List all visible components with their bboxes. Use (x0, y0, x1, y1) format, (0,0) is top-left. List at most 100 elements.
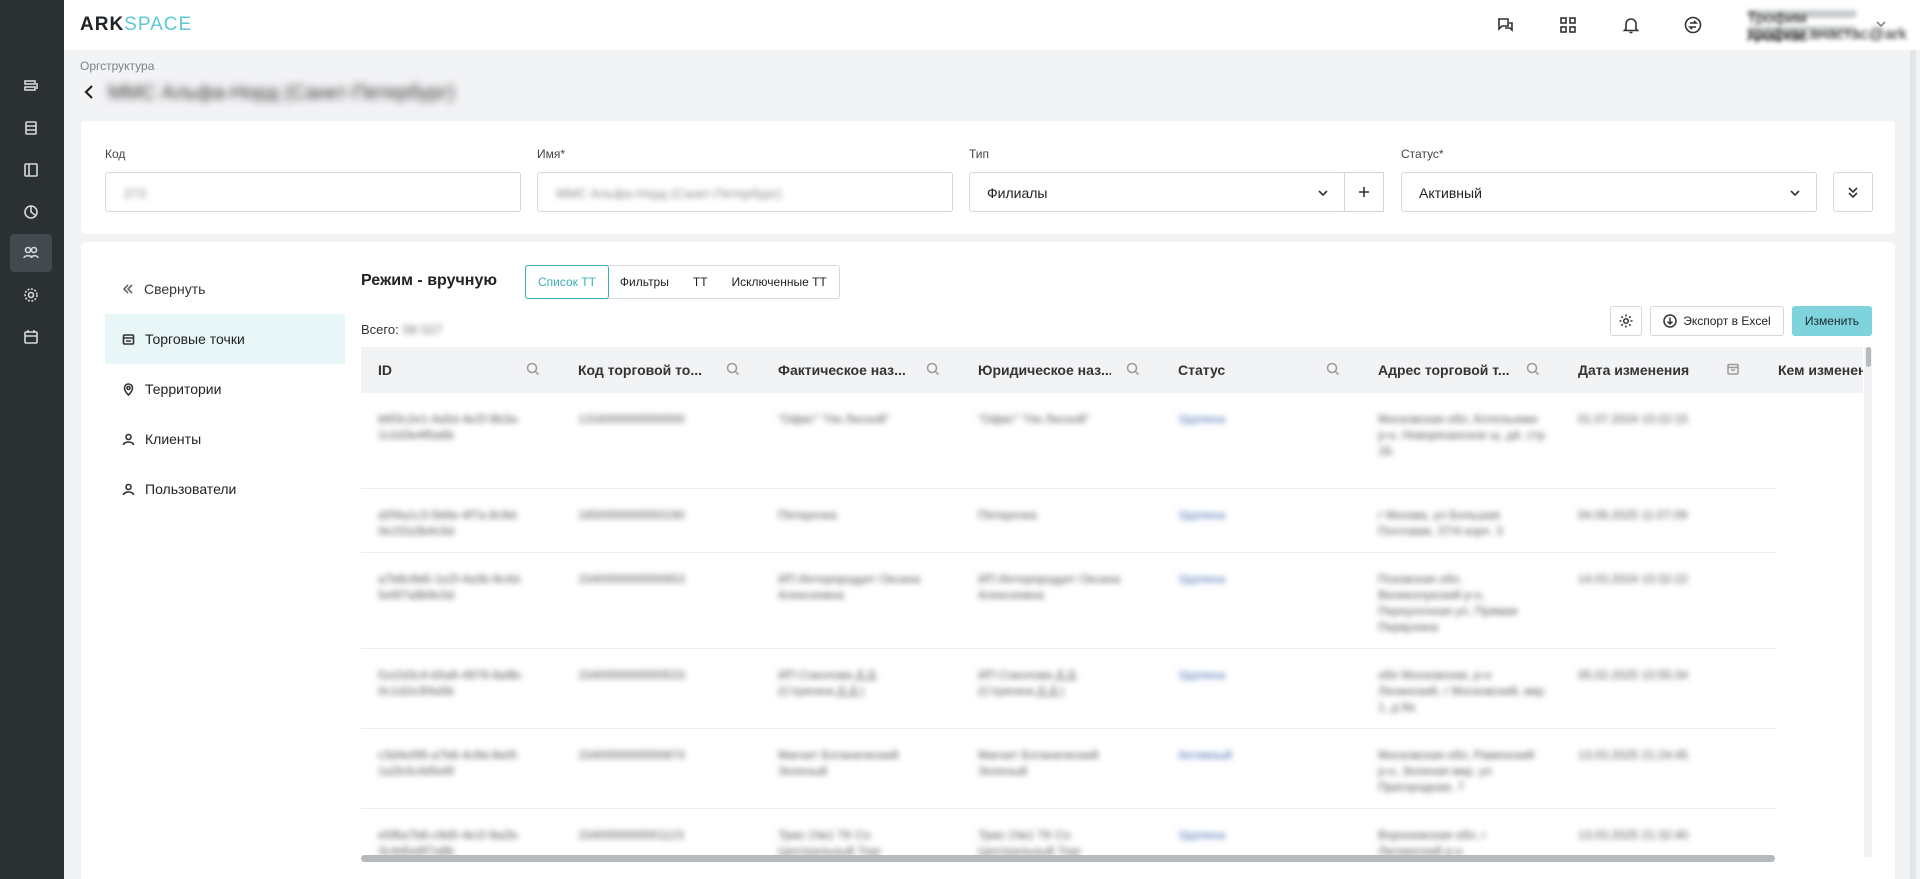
name-label: Имя* (537, 147, 566, 161)
tab-filters[interactable]: Фильтры (608, 266, 681, 298)
column-header-legal-name[interactable]: Юридическое наз... (961, 347, 1111, 393)
user-icon (122, 433, 135, 445)
mode-title: Режим - вручную (361, 272, 498, 289)
column-header-status[interactable]: Статус (1161, 347, 1311, 393)
apps-grid-icon[interactable] (1556, 13, 1580, 37)
search-icon[interactable] (1326, 362, 1342, 378)
tab-stores-list[interactable]: Список ТТ (525, 265, 609, 299)
cell-id: d2f4a1c3-5b6e-4f7a-8c9d-0e1f2a3b4c5d (378, 508, 520, 538)
book-icon[interactable] (10, 151, 52, 189)
logo[interactable]: ARKSPACE (80, 14, 192, 36)
sidebar-item-territories[interactable]: Территории (105, 364, 345, 414)
cell-legal: Пятерочка (978, 508, 1037, 522)
user-name: Трофим Анастас (1747, 10, 1857, 45)
sidebar-item-label: Клиенты (145, 431, 202, 447)
table-row[interactable]: f1e2d3c4-b5a6-4978-8a9b-0c1d2e3f4a5b 1540… (361, 649, 1776, 729)
cell-address: Воронежская обл, г Лискинский р-н (1378, 828, 1487, 857)
add-type-button[interactable] (1344, 172, 1384, 212)
sync-icon[interactable] (1681, 13, 1705, 37)
cell-date: 14.03.2024 10:32:22 (1578, 572, 1689, 586)
status-value: Активный (1419, 185, 1482, 201)
tab-tt[interactable]: ТТ (681, 266, 720, 298)
tab-excluded[interactable]: Исключенные ТТ (720, 266, 839, 298)
search-icon[interactable] (926, 362, 942, 378)
cell-id: f1e2d3c4-b5a6-4978-8a9b-0c1d2e3f4a5b (378, 668, 524, 698)
search-icon[interactable] (726, 362, 742, 378)
sidebar-item-label: Пользователи (145, 481, 237, 497)
status-select[interactable]: Активный (1401, 172, 1817, 212)
column-header-code[interactable]: Код торговой то... (561, 347, 711, 393)
cell-date: 04.06.2025 11:07:09 (1578, 508, 1688, 522)
tabs: Список ТТ Фильтры ТТ Исключенные ТТ (525, 265, 840, 299)
page-scrollbar[interactable] (1910, 50, 1916, 879)
breadcrumb[interactable]: Оргструктура (80, 59, 154, 73)
code-field[interactable]: 273 (105, 172, 521, 212)
column-header-address[interactable]: Адрес торговой т... (1361, 347, 1511, 393)
database-icon[interactable] (10, 109, 52, 147)
expand-form-button[interactable] (1833, 172, 1873, 212)
sidebar-item-stores[interactable]: Торговые точки (105, 314, 345, 364)
user-role: трофим.анастас@ark (1747, 26, 1907, 43)
table-row[interactable]: c3d4e5f6-a7b8-4c9d-8e0f-1a2b3c4d5e6f 1540… (361, 729, 1776, 809)
calendar-icon[interactable] (1726, 362, 1742, 378)
back-arrow-icon[interactable] (82, 84, 102, 104)
page-title: ММС Альфа-Норд (Санкт-Петербург) (108, 82, 455, 104)
chart-icon[interactable] (10, 193, 52, 231)
routes-icon[interactable] (10, 67, 52, 105)
table-row[interactable]: d2f4a1c3-5b6e-4f7a-8c9d-0e1f2a3b4c5d 1650… (361, 489, 1776, 553)
export-excel-button[interactable]: Экспорт в Excel (1650, 306, 1784, 336)
sidebar-item-users[interactable]: Пользователи (105, 464, 345, 514)
gear-icon[interactable] (10, 276, 52, 314)
bell-icon[interactable] (1619, 13, 1643, 37)
chevron-down-icon (1316, 186, 1330, 200)
cell-code: 1540000000001123 (578, 828, 684, 842)
cell-fact: "Офис" "На Лесной" (778, 412, 890, 426)
type-value: Филиалы (987, 185, 1048, 201)
column-header-fact-name[interactable]: Фактическое наз... (761, 347, 911, 393)
cell-code: 1650000000000190 (578, 508, 685, 522)
users-icon[interactable] (10, 234, 52, 272)
cell-id: b6f3c2e1-4a5d-4e2f-9b3a-1c2d3e4f5a6b (378, 412, 521, 442)
chevron-down-icon[interactable] (1874, 17, 1890, 33)
logo-part-2: SPACE (124, 14, 193, 35)
table-row[interactable]: b6f3c2e1-4a5d-4e2f-9b3a-1c2d3e4f5a6b 1316… (361, 393, 1776, 489)
cell-code: 1316000000000000 (578, 412, 685, 426)
cell-status: Удалена (1178, 508, 1226, 522)
table-row[interactable]: e5f6a7b8-c9d0-4e1f-9a2b-3c4d5e6f7a8b 1540… (361, 809, 1776, 857)
cell-id: a7b8c9d0-1e2f-4a3b-9c4d-5e6f7a8b9c0d (378, 572, 523, 602)
cell-date: 13.03.2025 21:32:40 (1578, 828, 1689, 842)
search-icon[interactable] (1526, 362, 1542, 378)
sidebar-item-clients[interactable]: Клиенты (105, 414, 345, 464)
edit-button[interactable]: Изменить (1792, 306, 1872, 336)
type-select[interactable]: Филиалы (969, 172, 1345, 212)
user-info[interactable]: Трофим Анастас трофим.анастас@ark (1747, 10, 1907, 45)
top-header: ARKSPACE Трофим Анастас трофим.анастас@a… (64, 0, 1920, 50)
status-label: Статус* (1401, 147, 1444, 161)
cell-legal: ИП Интерпродукт Оксана Алексеевна (978, 572, 1121, 602)
cell-fact: Трио 1№1 ТК Со Центральный Торг (778, 828, 882, 857)
column-header-changed-by[interactable]: Кем изменен (1761, 347, 1863, 393)
collapse-sidebar-button[interactable]: Свернуть (122, 281, 205, 297)
main-card: Свернуть Торговые точки Территории Клиен… (81, 242, 1895, 879)
cell-fact: ИП Интерпродукт Оксана Алексеевна (778, 572, 921, 602)
table-settings-button[interactable] (1610, 306, 1642, 336)
cell-address: обл Московская, р-н Ленинский, г Московс… (1378, 668, 1545, 714)
table-row[interactable]: a7b8c9d0-1e2f-4a3b-9c4d-5e6f7a8b9c0d 1540… (361, 553, 1776, 649)
cell-legal: Магнит Ботанический Зеленый (978, 748, 1099, 778)
calendar-icon[interactable] (10, 318, 52, 356)
table-horizontal-scrollbar[interactable] (361, 855, 1775, 862)
cell-address: Московская обл, Раменский р-н, Зеленая м… (1378, 748, 1535, 794)
stores-table: ID Код торговой то... Фактическое наз...… (361, 347, 1863, 857)
download-icon (1663, 314, 1677, 328)
table-vertical-scrollbar[interactable] (1866, 347, 1871, 367)
cell-address: г Москва, ул Большая Почтовая, 37/4 корп… (1378, 508, 1503, 538)
column-header-date[interactable]: Дата изменения (1561, 347, 1721, 393)
search-icon[interactable] (526, 362, 542, 378)
name-field[interactable]: ММС Альфа-Норд (Санкт-Петербург) (537, 172, 953, 212)
store-icon (122, 333, 135, 345)
total-count: Всего: 58 027 (361, 322, 442, 337)
cell-status: Активный (1178, 748, 1232, 762)
support-chat-icon[interactable] (1493, 13, 1517, 37)
left-rail (0, 0, 64, 879)
search-icon[interactable] (1126, 362, 1142, 378)
